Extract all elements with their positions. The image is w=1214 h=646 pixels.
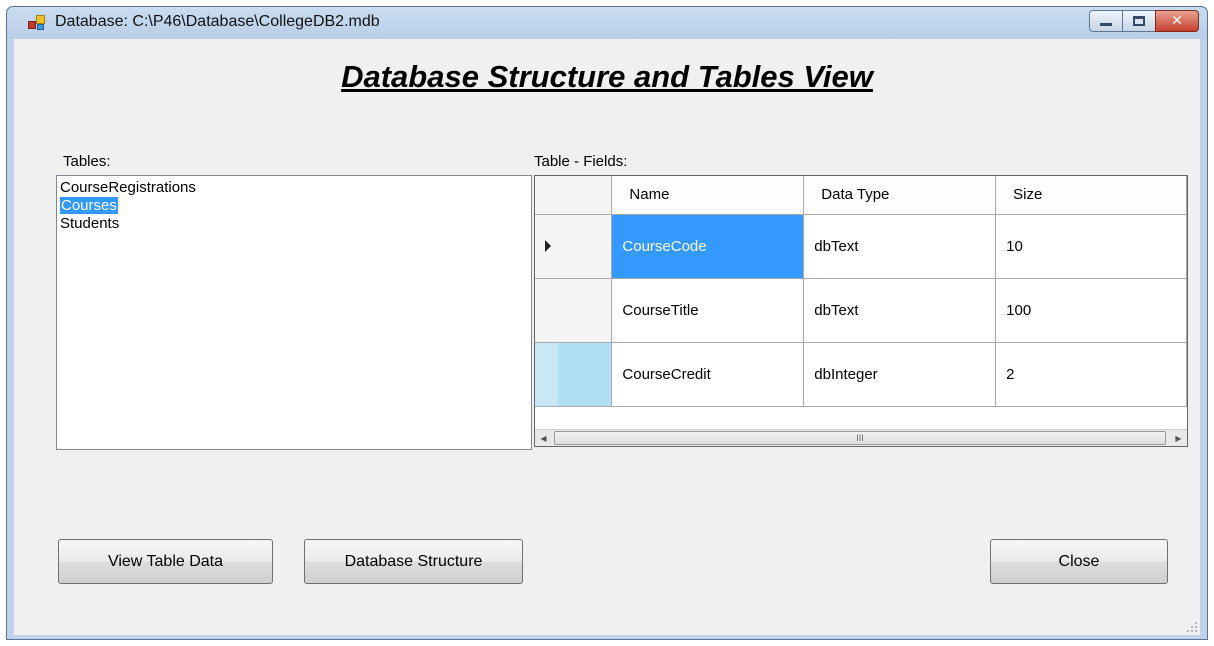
database-structure-button[interactable]: Database Structure [304, 539, 523, 584]
maximize-button[interactable] [1122, 10, 1156, 32]
minimize-button[interactable] [1089, 10, 1123, 32]
scroll-left-arrow-icon[interactable]: ◀ [535, 430, 552, 446]
form-client-area: Database Structure and Tables View Table… [14, 39, 1200, 635]
table-row[interactable]: CourseTitle dbText 100 [535, 278, 1187, 343]
list-item-courses[interactable]: Courses [59, 197, 529, 215]
resize-grip-icon[interactable] [1185, 620, 1197, 632]
grid-corner-header[interactable] [535, 176, 613, 215]
close-icon: ✕ [1171, 13, 1183, 29]
row-header[interactable] [535, 214, 613, 279]
window-title: Database: C:\P46\Database\CollegeDB2.mdb [55, 13, 380, 30]
horizontal-scrollbar[interactable]: ◀ III ▶ [535, 429, 1187, 446]
maximize-icon [1133, 16, 1145, 26]
fields-datagrid[interactable]: Name Data Type Size CourseCode dbText 10… [534, 175, 1188, 447]
cell-size[interactable]: 10 [995, 214, 1187, 279]
column-header-data-type[interactable]: Data Type [803, 176, 997, 215]
row-header[interactable] [535, 342, 613, 407]
minimize-icon [1100, 23, 1112, 26]
grip-lines-icon: III [856, 433, 864, 443]
title-bar[interactable]: Database: C:\P46\Database\CollegeDB2.mdb… [7, 7, 1207, 39]
list-item-courseregistrations[interactable]: CourseRegistrations [59, 179, 529, 197]
close-window-button[interactable]: ✕ [1155, 10, 1199, 32]
column-header-name[interactable]: Name [611, 176, 805, 215]
table-fields-label: Table - Fields: [534, 153, 628, 170]
cell-data-type[interactable]: dbInteger [803, 342, 997, 407]
tables-listbox[interactable]: CourseRegistrations Courses Students [56, 175, 532, 450]
view-table-data-button[interactable]: View Table Data [58, 539, 273, 584]
page-title: Database Structure and Tables View [341, 59, 873, 94]
table-row[interactable]: CourseCode dbText 10 [535, 214, 1187, 279]
tables-label: Tables: [63, 153, 111, 170]
current-row-arrow-icon [545, 239, 551, 252]
table-row[interactable]: CourseCredit dbInteger 2 [535, 342, 1187, 407]
scroll-right-arrow-icon[interactable]: ▶ [1170, 430, 1187, 446]
caption-buttons: ✕ [1089, 10, 1199, 34]
scrollbar-thumb[interactable]: III [554, 431, 1166, 445]
database-app-icon[interactable] [28, 15, 46, 31]
list-item-students[interactable]: Students [59, 215, 529, 233]
cell-data-type[interactable]: dbText [803, 214, 997, 279]
row-header[interactable] [535, 278, 613, 343]
cell-size[interactable]: 2 [995, 342, 1187, 407]
cell-name[interactable]: CourseCredit [611, 342, 805, 407]
grid-header-row: Name Data Type Size [535, 176, 1187, 215]
column-header-size[interactable]: Size [995, 176, 1187, 215]
cell-data-type[interactable]: dbText [803, 278, 997, 343]
cell-name[interactable]: CourseTitle [611, 278, 805, 343]
app-window: Database: C:\P46\Database\CollegeDB2.mdb… [6, 6, 1208, 640]
cell-name[interactable]: CourseCode [611, 214, 805, 279]
cell-size[interactable]: 100 [995, 278, 1187, 343]
close-button[interactable]: Close [990, 539, 1168, 584]
